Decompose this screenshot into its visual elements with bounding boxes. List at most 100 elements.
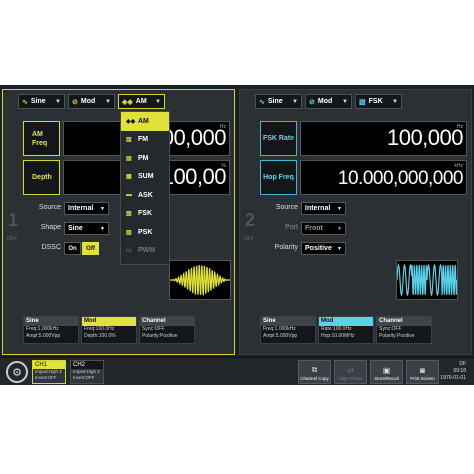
- bottom-bar: ⚙ CH1 Imped:High Z Invert:OFF CH2 Imped:…: [0, 357, 474, 385]
- channel-copy-label: Channel Copy: [300, 376, 329, 381]
- fsk-rate-number: 100,000: [386, 125, 464, 150]
- ch2-mode-label: Mod: [317, 98, 333, 105]
- chevron-down-icon: ▼: [100, 205, 105, 212]
- ch1-number: 1: [8, 210, 19, 230]
- ch2-card-sine[interactable]: Sine Freq:1.000kHz Ampl:5.000Vpp: [260, 316, 316, 344]
- ch2-mode-dropdown[interactable]: ⊘ Mod ▼: [305, 94, 352, 109]
- chevron-down-icon: ▼: [155, 98, 161, 105]
- card-line: Freq:1.000kHz: [26, 326, 59, 332]
- card-line: Sync:OFF: [142, 326, 165, 332]
- mod-type-menu[interactable]: ◆◆ AM ▥ FM ▤ PM ▦ SUM ▬ ASK ▧ FSK ▨ PSK ▭ PWM: [120, 111, 170, 265]
- chevron-down-icon: ▼: [55, 98, 61, 105]
- dssc-off-toggle[interactable]: Off: [82, 242, 99, 255]
- fm-icon: ▥: [126, 137, 132, 144]
- card-line: Polarity:Positive: [142, 333, 178, 339]
- menu-item-fm[interactable]: ▥ FM: [121, 131, 169, 150]
- ch2-source-label: Source: [275, 204, 298, 211]
- menu-item-label: FSK: [138, 210, 152, 218]
- align-phase-label: Align Phase: [338, 376, 363, 381]
- am-waveform: [170, 264, 230, 297]
- ch2-card-mod[interactable]: Mod Rate:100.0Hz Hop:10.00MHz: [318, 316, 374, 344]
- ch2-panel[interactable]: ∿ Sine ▼ ⊘ Mod ▼ ▧ FSK ▼ FSK Rate Hz 100…: [239, 89, 472, 355]
- ch2-output-tab[interactable]: CH2 Imped:High Z Invert:OFF: [70, 360, 104, 384]
- menu-item-sum[interactable]: ▦ SUM: [121, 168, 169, 187]
- chevron-down-icon: ▼: [337, 245, 342, 252]
- menu-item-label: SUM: [138, 173, 154, 181]
- print-screen-label: Print Screen: [410, 376, 435, 381]
- sine-wave-icon: ∿: [22, 98, 28, 106]
- ch1-source-select[interactable]: Internal ▼: [64, 202, 109, 215]
- menu-item-ask[interactable]: ▬ ASK: [121, 186, 169, 205]
- menu-item-am[interactable]: ◆◆ AM: [121, 112, 169, 131]
- ch2-port-select: Front ▼: [301, 222, 346, 235]
- hop-freq-number: 10.000,000,000: [337, 168, 464, 189]
- card-title: Channel: [377, 317, 431, 326]
- ch2-wave-dropdown[interactable]: ∿ Sine ▼: [255, 94, 302, 109]
- menu-item-fsk[interactable]: ▧ FSK: [121, 205, 169, 224]
- align-phase-button: ⇄ Align Phase: [334, 360, 367, 384]
- card-line: Hop:10.00MHz: [321, 333, 355, 339]
- ch2-tab-title: CH2: [71, 361, 103, 369]
- ch2-source-select[interactable]: Internal ▼: [301, 202, 346, 215]
- ch1-mode-dropdown[interactable]: ⊘ Mod ▼: [68, 94, 115, 109]
- store-recall-button[interactable]: ▣ Store/Recall: [370, 360, 403, 384]
- mod-icon: ⊘: [72, 98, 78, 106]
- card-line: Ampl:5.000Vpp: [263, 333, 298, 339]
- copy-icon: ⧉: [311, 365, 318, 374]
- ch1-card-mod[interactable]: Mod Freq:100.0Hz Depth:100.0%: [81, 316, 137, 344]
- ch1-wave-dropdown[interactable]: ∿ Sine ▼: [18, 94, 65, 109]
- card-title: Sine: [24, 317, 78, 326]
- pm-icon: ▤: [126, 155, 132, 162]
- ch2-tab-line: Invert:OFF: [73, 375, 95, 380]
- dssc-on-toggle[interactable]: On: [64, 242, 81, 255]
- psk-icon: ▨: [126, 229, 132, 236]
- menu-item-label: PM: [138, 154, 149, 162]
- camera-icon: ◙: [420, 366, 425, 375]
- home-logo-icon[interactable]: ⚙: [6, 361, 28, 383]
- ch1-modtype-label: AM: [135, 98, 147, 105]
- menu-item-label: PWM: [138, 247, 156, 255]
- ch2-param-fsk-rate: FSK Rate Hz 100,000: [260, 121, 467, 156]
- ch1-card-channel[interactable]: Channel Sync:OFF Polarity:Positive: [139, 316, 195, 344]
- card-line: Rate:100.0Hz: [321, 326, 352, 332]
- card-line: Polarity:Positive: [379, 333, 415, 339]
- print-screen-button[interactable]: ◙ Print Screen: [406, 360, 439, 384]
- chevron-down-icon: ▼: [100, 225, 105, 232]
- ch1-modtype-dropdown[interactable]: ◆◆ AM ▼: [118, 94, 165, 109]
- clock-time: 09:18: [453, 368, 466, 374]
- hop-freq-label[interactable]: Hop Freq: [260, 160, 297, 195]
- ch1-panel[interactable]: ∿ Sine ▼ ⊘ Mod ▼ ◆◆ AM ▼ AM Freq Hz 000,…: [2, 89, 235, 355]
- channel-copy-button[interactable]: ⧉ Channel Copy: [298, 360, 331, 384]
- chevron-down-icon: ▼: [337, 205, 342, 212]
- ch1-card-sine[interactable]: Sine Freq:1.000kHz Ampl:5.000Vpp: [23, 316, 79, 344]
- hop-freq-value[interactable]: kHz 10.000,000,000: [300, 160, 467, 195]
- chevron-down-icon: ▼: [342, 98, 348, 105]
- ch1-shape-label: Shape: [40, 224, 61, 231]
- clock-date: 1970-01-01: [440, 375, 466, 381]
- ch1-output-tab[interactable]: CH1 Imped:High Z Invert:OFF: [32, 360, 66, 384]
- ch1-mode-label: Mod: [80, 98, 96, 105]
- ch2-waveform-preview: [396, 260, 458, 300]
- card-title: Mod: [319, 317, 373, 326]
- ch2-polarity-select[interactable]: Positive ▼: [301, 242, 346, 255]
- fsk-rate-label[interactable]: FSK Rate: [260, 121, 297, 156]
- am-freq-label[interactable]: AM Freq: [23, 121, 60, 156]
- align-phase-icon: ⇄: [347, 366, 354, 375]
- menu-item-pm[interactable]: ▤ PM: [121, 149, 169, 168]
- ch1-tab-title: CH1: [33, 361, 65, 369]
- ch2-modtype-dropdown[interactable]: ▧ FSK ▼: [355, 94, 402, 109]
- card-line: Ampl:5.000Vpp: [26, 333, 61, 339]
- depth-label[interactable]: Depth: [23, 160, 60, 195]
- fsk-rate-value[interactable]: Hz 100,000: [300, 121, 467, 156]
- ch2-card-channel[interactable]: Channel Sync:OFF Polarity:Positive: [376, 316, 432, 344]
- card-line: Sync:OFF: [379, 326, 402, 332]
- ch1-tab-line: Invert:OFF: [35, 375, 57, 380]
- menu-item-psk[interactable]: ▨ PSK: [121, 223, 169, 242]
- ch1-shape-select[interactable]: Sine ▼: [64, 222, 109, 235]
- ch1-source-value: Internal: [68, 205, 94, 212]
- ch2-source-value: Internal: [305, 205, 331, 212]
- ch2-param-hop-freq: Hop Freq kHz 10.000,000,000: [260, 160, 467, 195]
- chevron-down-icon: ▼: [292, 98, 298, 105]
- depth-number: 100,00: [161, 164, 227, 189]
- ch1-waveform-preview: [169, 260, 231, 300]
